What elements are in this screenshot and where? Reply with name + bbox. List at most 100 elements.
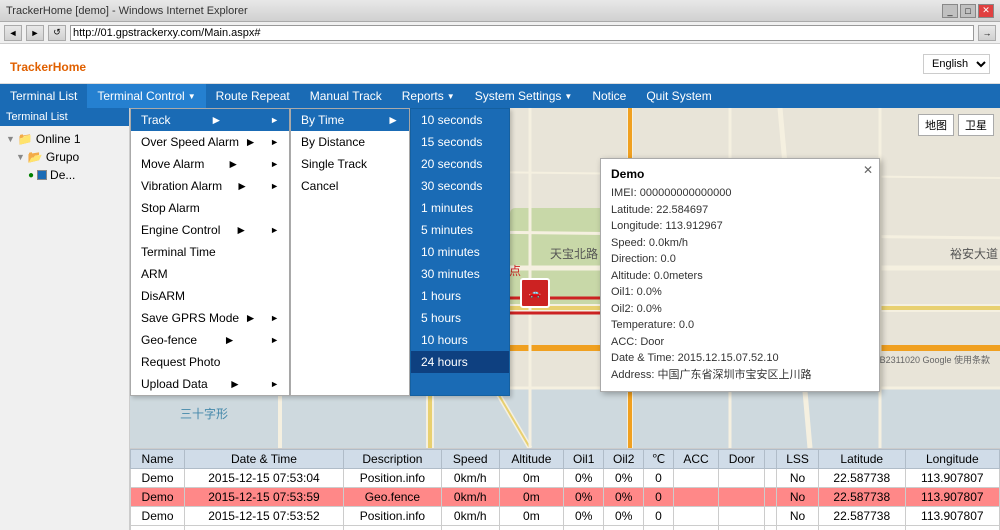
menu-item-15s[interactable]: 15 seconds [411,131,509,153]
table-cell: 2015-12-15 07:53:59 [185,488,344,507]
satellite-view-button[interactable]: 卫星 [958,114,994,136]
go-button[interactable]: → [978,25,996,41]
forward-button[interactable]: ► [26,25,44,41]
menu-item-upload-data[interactable]: Upload Data ► [131,373,289,395]
info-popup-close[interactable]: ✕ [863,163,873,177]
menu-item-5h[interactable]: 5 hours [411,307,509,329]
menu-item-1m[interactable]: 1 minutes [411,197,509,219]
nav-notice-label: Notice [592,89,626,103]
menu-item-20s[interactable]: 20 seconds [411,153,509,175]
menu-item-30m[interactable]: 30 minutes [411,263,509,285]
menu-disarm-label: DisARM [141,289,185,303]
logo-tracker: Tracker [10,60,53,74]
table-cell [719,469,765,488]
menu-item-engine[interactable]: Engine Control ► [131,219,289,241]
menu-item-save-gprs[interactable]: Save GPRS Mode ► [131,307,289,329]
nav-system-settings[interactable]: System Settings ▼ [465,84,583,108]
close-button[interactable]: ✕ [978,4,994,18]
menu-item-request-photo[interactable]: Request Photo [131,351,289,373]
table-cell: No [777,526,819,530]
table-row[interactable]: Demo2015-12-15 07:53:59Geo.fence0km/h0m0… [131,488,1000,507]
menu-item-by-distance[interactable]: By Distance [291,131,409,153]
menu-item-over-speed[interactable]: Over Speed Alarm ► [131,131,289,153]
info-popup-oil1: Oil1: 0.0% [611,284,869,301]
menu-item-by-time[interactable]: By Time ► [291,109,409,131]
tree-item-subgroup[interactable]: ▼ 📂 Grupo [0,148,129,166]
table-row[interactable]: Demo2015-12-15 07:53:04Position.info0km/… [131,469,1000,488]
menu-item-vibration[interactable]: Vibration Alarm ► [131,175,289,197]
table-cell: 22.587738 [818,469,905,488]
menu-item-terminal-time[interactable]: Terminal Time [131,241,289,263]
menu-move-alarm-arrow: ► [227,157,239,171]
nav-quit-system[interactable]: Quit System [636,84,721,108]
back-button[interactable]: ◄ [4,25,22,41]
tree-item-group[interactable]: ▼ 📁 Online 1 [0,130,129,148]
menu-item-single-track[interactable]: Single Track [291,153,409,175]
table-cell [765,488,777,507]
info-popup-altitude: Altitude: 0.0meters [611,268,869,285]
language-select[interactable]: English [923,54,990,74]
menu-item-geo-fence[interactable]: Geo-fence ► [131,329,289,351]
menu-track-arrow: ► [210,113,222,127]
nav-manual-track[interactable]: Manual Track [300,84,392,108]
tree-item-device[interactable]: ● De... [0,166,129,184]
table-cell: 22.587738 [818,526,905,530]
table-cell [765,507,777,526]
menu-item-track[interactable]: Track ► [131,109,289,131]
menu-item-30s[interactable]: 30 seconds [411,175,509,197]
menu-track-label: Track [141,113,171,127]
table-cell: Demo [131,507,185,526]
maximize-button[interactable]: □ [960,4,976,18]
menu-item-10s[interactable]: 10 seconds [411,109,509,131]
col-description: Description [343,450,441,469]
window-controls[interactable]: _ □ ✕ [942,4,994,18]
menu-request-photo-label: Request Photo [141,355,220,369]
menu-by-time-arrow: ► [387,113,399,127]
col-altitude: Altitude [499,450,564,469]
data-table: Name Date & Time Description Speed Altit… [130,449,1000,530]
table-row[interactable]: Demo2015-12-15 07:53:52Position.info0km/… [131,507,1000,526]
nav-reports[interactable]: Reports ▼ [392,84,465,108]
menu-vibration-label: Vibration Alarm [141,179,222,193]
menu-20s-label: 20 seconds [421,157,482,171]
signal-icon: ● [28,170,34,181]
address-input[interactable] [70,25,974,41]
nav-terminal-control[interactable]: Terminal Control ▼ [87,84,205,108]
map-controls-top-right: 地图 卫星 [918,114,994,136]
menu-item-disarm[interactable]: DisARM [131,285,289,307]
menu-item-5m[interactable]: 5 minutes [411,219,509,241]
table-cell: 0% [604,526,644,530]
menu-item-1h[interactable]: 1 hours [411,285,509,307]
col-oil1: Oil1 [564,450,604,469]
menu-10h-label: 10 hours [421,333,468,347]
table-cell: No [777,469,819,488]
table-cell: No [777,488,819,507]
menu-30s-label: 30 seconds [421,179,482,193]
menu-item-10m[interactable]: 10 minutes [411,241,509,263]
menu-item-move-alarm[interactable]: Move Alarm ► [131,153,289,175]
map-container[interactable]: 福田路 宝安大道 兴华路 站前路 兴华二路 深圳市保税区管理局 天宝北路 望仙大… [130,108,1000,448]
table-cell: 0 [644,469,674,488]
nav-system-settings-label: System Settings [475,89,562,103]
map-view-button[interactable]: 地图 [918,114,954,136]
info-popup-title: Demo [611,167,869,181]
nav-notice[interactable]: Notice [582,84,636,108]
nav-route-repeat[interactable]: Route Repeat [206,84,300,108]
menu-item-stop-alarm[interactable]: Stop Alarm [131,197,289,219]
menu-save-gprs-arrow: ► [245,311,257,325]
nav-terminal-list[interactable]: Terminal List [0,84,87,108]
logo-bar: TrackerHome English [0,44,1000,84]
menu-item-arm[interactable]: ARM [131,263,289,285]
refresh-button[interactable]: ↺ [48,25,66,41]
menu-item-24h[interactable]: 24 hours [411,351,509,373]
menu-item-10h[interactable]: 10 hours [411,329,509,351]
menu-30m-label: 30 minutes [421,267,480,281]
table-cell [719,488,765,507]
menu-1m-label: 1 minutes [421,201,473,215]
device-checkbox[interactable] [37,170,47,180]
table-row[interactable]: Demo2015-12-15 07:52:10Position.info0km/… [131,526,1000,530]
info-popup-imei: IMEI: 000000000000000 [611,185,869,202]
minimize-button[interactable]: _ [942,4,958,18]
table-cell [719,526,765,530]
menu-item-cancel[interactable]: Cancel [291,175,409,197]
